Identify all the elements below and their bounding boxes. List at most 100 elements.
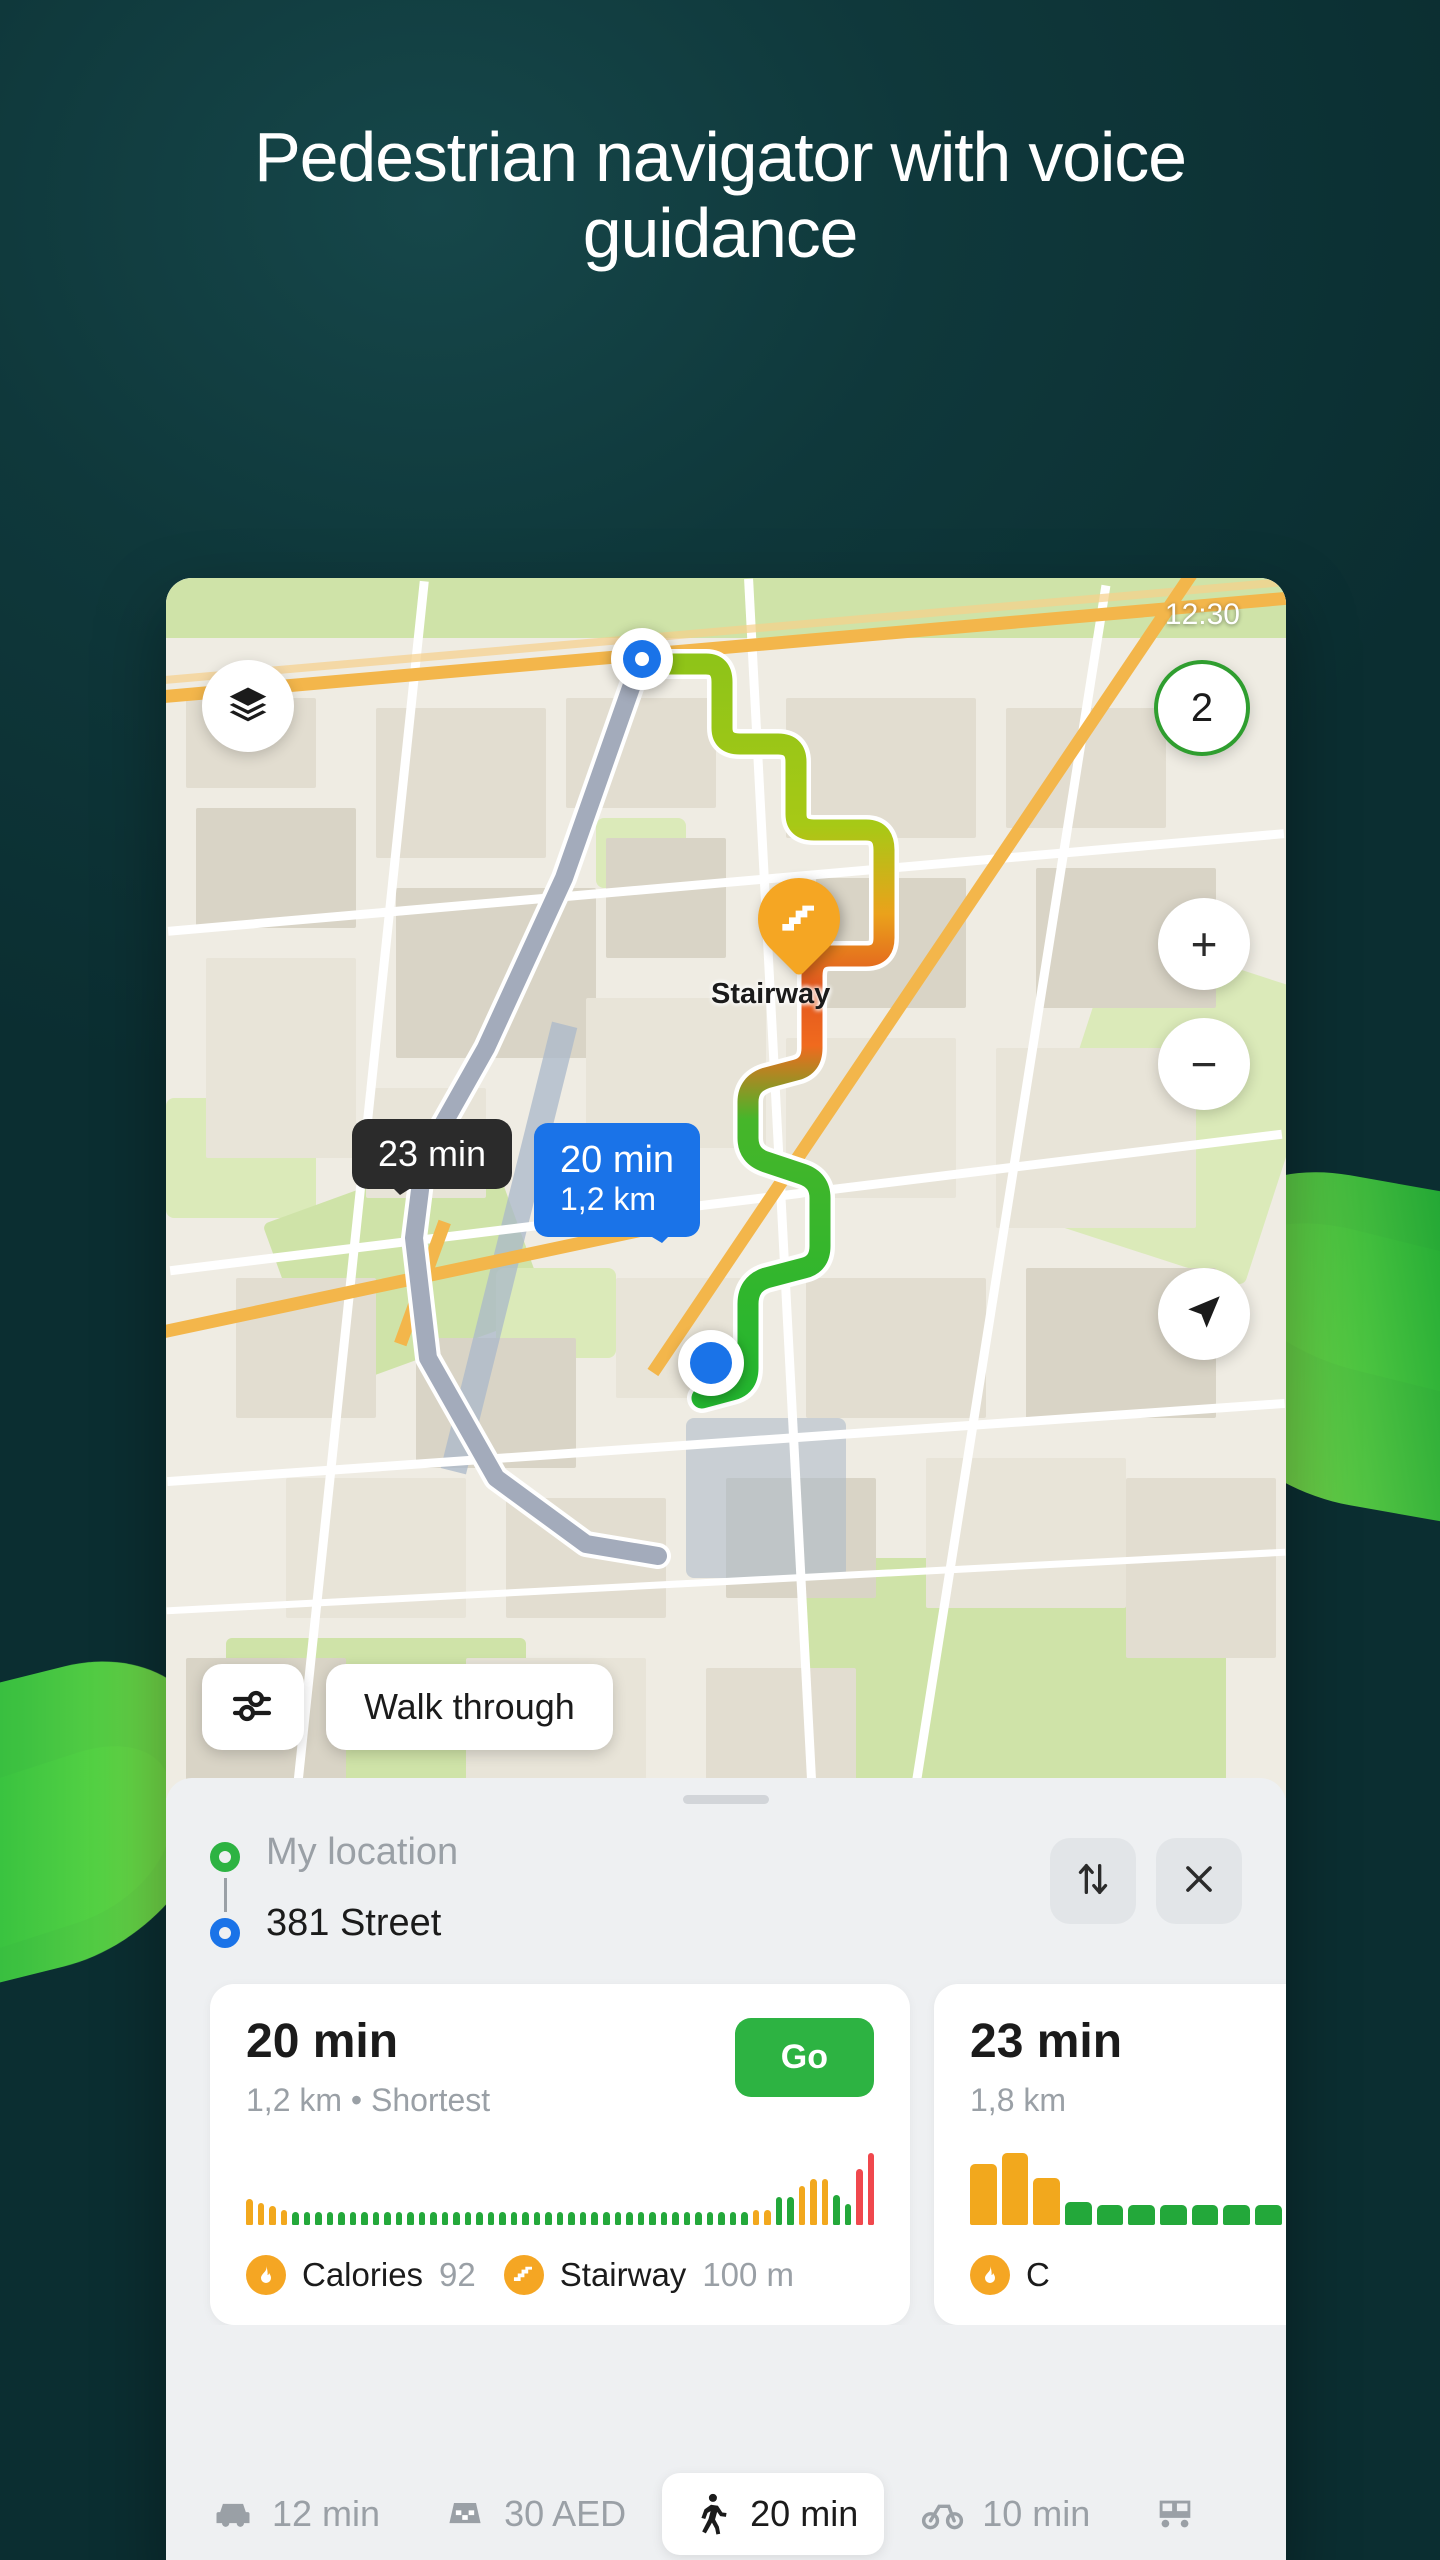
route-duration: 20 min [246, 2015, 399, 2068]
elevation-bar [280, 2209, 288, 2225]
walk-through-label: Walk through [364, 1686, 575, 1727]
elevation-bar [1191, 2205, 1219, 2225]
route-bottom-sheet: My location 381 Street 20 min 1,2 km • S… [166, 1778, 1286, 2560]
navigation-arrow-icon [1183, 1291, 1225, 1338]
elevation-bar [407, 2212, 414, 2225]
elevation-bar [1128, 2205, 1155, 2225]
mode-item-car[interactable]: 12 min [184, 2473, 406, 2555]
transport-mode-bar[interactable]: 12 min 30 AED 20 min 10 min [166, 2450, 1286, 2560]
stairway-stat-label: Stairway [559, 2256, 687, 2293]
elevation-bar [476, 2212, 483, 2225]
sliders-icon [229, 1681, 277, 1734]
endpoint-connector [224, 1878, 227, 1912]
elevation-profile-chart [970, 2153, 1286, 2225]
elevation-bar [464, 2212, 472, 2225]
calories-label: C [1026, 2256, 1050, 2293]
elevation-bar [556, 2212, 564, 2225]
flame-icon [970, 2255, 1010, 2295]
alt-route-callout[interactable]: 23 min [352, 1119, 513, 1195]
elevation-bar [1001, 2153, 1029, 2225]
phone-mockup: 12:30 2 + − Stairway 23 min 20 min 1,2 k… [166, 578, 1286, 2560]
elevation-bar [856, 2169, 863, 2225]
destination-field[interactable]: 381 Street [266, 1902, 1050, 1945]
mode-label-taxi: 30 AED [504, 2493, 627, 2534]
zoom-in-button[interactable]: + [1158, 898, 1250, 990]
mode-item-walk[interactable]: 20 min [662, 2473, 885, 2555]
elevation-bar [626, 2212, 633, 2225]
status-time: 12:30 [1164, 598, 1240, 631]
elevation-bar [303, 2212, 311, 2225]
sheet-drag-handle[interactable] [683, 1795, 769, 1804]
elevation-bar [1064, 2201, 1092, 2225]
stairs-icon [503, 2255, 544, 2295]
stairway-stat-value: 100 m [702, 2256, 795, 2293]
walk-through-button[interactable]: Walk through [326, 1664, 613, 1750]
mode-item-taxi[interactable]: 30 AED [416, 2473, 652, 2555]
bus-icon [1152, 2491, 1198, 2537]
close-route-button[interactable] [1156, 1838, 1242, 1924]
close-icon [1180, 1860, 1218, 1903]
elevation-bar [672, 2212, 679, 2225]
mode-label-walk: 20 min [750, 2493, 859, 2534]
elevation-bar [361, 2212, 368, 2225]
route-card-header: 20 min 1,2 km • Shortest Go [246, 2018, 874, 2119]
map-layers-button[interactable] [202, 660, 294, 752]
swap-endpoints-button[interactable] [1050, 1838, 1136, 1924]
elevation-bar [326, 2212, 334, 2225]
route-options-carousel[interactable]: 20 min 1,2 km • Shortest Go Calories 92 [166, 1948, 1286, 2325]
locate-me-button[interactable] [1158, 1268, 1250, 1360]
mode-label-bike: 10 min [982, 2493, 1091, 2534]
elevation-bar [1159, 2205, 1187, 2225]
taxi-icon [442, 2491, 488, 2537]
elevation-bar [706, 2212, 714, 2225]
route-summary: 1,8 km [970, 2082, 1067, 2118]
car-icon [210, 2491, 256, 2537]
elevation-bar [568, 2212, 575, 2225]
route-card-titles: 20 min 1,2 km • Shortest [246, 2018, 490, 2119]
elevation-bar [1254, 2205, 1282, 2225]
elevation-bar [441, 2212, 449, 2225]
origin-field[interactable]: My location [266, 1831, 1050, 1874]
elevation-bar [545, 2212, 552, 2225]
elevation-bar [821, 2178, 829, 2225]
calories-label: Calories [302, 2256, 424, 2293]
elevation-bar [418, 2212, 426, 2225]
mode-item-bus[interactable] [1126, 2473, 1240, 2555]
elevation-bar [372, 2212, 380, 2225]
plus-icon: + [1190, 918, 1218, 970]
alt-route-time: 23 min [378, 1133, 487, 1174]
route-duration: 23 min [970, 2015, 1123, 2068]
elevation-bar [395, 2212, 403, 2225]
elevation-bar [1096, 2205, 1124, 2225]
elevation-bar [602, 2212, 610, 2225]
endpoint-actions [1050, 1832, 1242, 1924]
destination-marker[interactable] [678, 1330, 744, 1396]
elevation-bar [798, 2185, 806, 2225]
route-option-card[interactable]: 20 min 1,2 km • Shortest Go Calories 92 [210, 1984, 910, 2325]
route-settings-button[interactable] [202, 1664, 304, 1750]
elevation-bar [752, 2209, 760, 2225]
elevation-bar [637, 2212, 645, 2225]
map-canvas[interactable]: 12:30 2 + − Stairway 23 min 20 min 1,2 k… [166, 578, 1286, 1798]
elevation-bar [833, 2194, 840, 2225]
main-route-line[interactable] [166, 578, 1286, 1798]
elevation-bar [970, 2163, 997, 2225]
elevation-bar [384, 2212, 391, 2225]
main-route-callout[interactable]: 20 min 1,2 km [534, 1123, 701, 1244]
elevation-bar [292, 2212, 299, 2225]
mode-item-bike[interactable]: 10 min [894, 2473, 1116, 2555]
calories-value: 92 [439, 2256, 476, 2293]
route-option-card[interactable]: 23 min 1,8 km Go C [934, 1984, 1286, 2325]
zoom-out-button[interactable]: − [1158, 1018, 1250, 1110]
elevation-bar [867, 2153, 875, 2225]
bike-icon [920, 2491, 966, 2537]
elevation-bar [338, 2212, 345, 2225]
elevation-bar [430, 2212, 437, 2225]
route-stats: Calories 92 Stairway 100 m [246, 2255, 874, 2295]
waypoint-count-badge[interactable]: 2 [1154, 660, 1250, 756]
swap-vertical-icon [1073, 1859, 1113, 1904]
main-route-distance: 1,2 km [560, 1180, 657, 1217]
elevation-bar [844, 2204, 852, 2225]
go-button[interactable]: Go [734, 2018, 874, 2097]
elevation-bar [522, 2212, 529, 2225]
